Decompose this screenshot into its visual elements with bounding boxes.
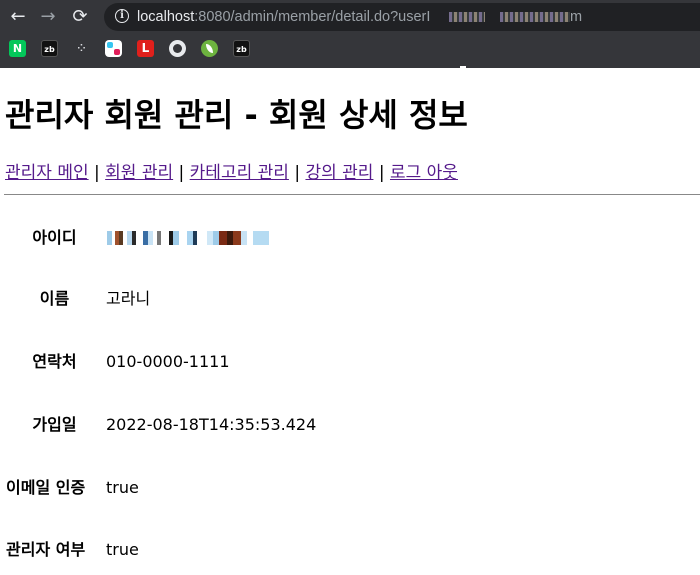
url-text[interactable]: localhost:8080/admin/member/detail.do?us…	[137, 8, 430, 26]
detail-row-phone: 연락처 010-0000-1111	[0, 350, 600, 374]
nav-separator: |	[94, 163, 100, 183]
back-arrow-icon[interactable]: ←	[8, 7, 28, 27]
nav-separator: |	[178, 163, 185, 183]
redacted-url-part	[500, 12, 570, 22]
admin-nav: 관리자 메인 | 회원 관리 | 카테고리 관리 | 강의 관리 | 로그 아웃	[5, 161, 458, 185]
zb-icon[interactable]: zb	[41, 40, 58, 57]
detail-row-join-date: 가입일 2022-08-18T14:35:53.424	[0, 413, 600, 437]
value-name: 고라니	[106, 289, 151, 308]
value-phone: 010-0000-1111	[106, 352, 230, 371]
divider	[4, 194, 700, 195]
label-admin-flag: 관리자 여부	[6, 540, 86, 559]
nav-link-admin-main[interactable]: 관리자 메인	[5, 163, 89, 183]
detail-row-admin-flag: 관리자 여부 true	[0, 538, 600, 562]
nav-link-lecture-manage[interactable]: 강의 관리	[305, 163, 373, 183]
label-name: 이름	[39, 289, 70, 308]
url-path: :8080/admin/member/detail.do?userI	[194, 9, 431, 25]
nav-separator: |	[294, 163, 301, 183]
bookmarks-bar: N zb ⁘ L zb	[0, 34, 700, 68]
detail-row-user-id: 아이디	[0, 226, 600, 250]
dots-icon[interactable]: ⁘	[73, 40, 90, 57]
url-tail: m	[570, 9, 583, 25]
value-email-auth: true	[106, 478, 139, 497]
naver-icon[interactable]: N	[9, 40, 26, 57]
page-title: 관리자 회원 관리 - 회원 상세 정보	[5, 96, 468, 134]
nav-link-category-manage[interactable]: 카테고리 관리	[190, 163, 289, 183]
toolbar-notch	[460, 66, 466, 68]
label-user-id: 아이디	[32, 228, 77, 247]
l-icon[interactable]: L	[137, 40, 154, 57]
nav-separator: |	[378, 163, 385, 183]
detail-row-name: 이름 고라니	[0, 287, 600, 311]
value-join-date: 2022-08-18T14:35:53.424	[106, 415, 317, 434]
nav-link-logout[interactable]: 로그 아웃	[390, 163, 458, 183]
redacted-user-id	[107, 231, 269, 245]
address-bar[interactable]: i localhost:8080/admin/member/detail.do?…	[104, 3, 700, 31]
label-phone: 연락처	[32, 352, 77, 371]
slack-icon[interactable]	[105, 40, 122, 57]
zb-icon[interactable]: zb	[233, 40, 250, 57]
reload-icon[interactable]: ⟳	[70, 7, 90, 27]
site-info-icon[interactable]: i	[115, 9, 129, 23]
detail-row-email-auth: 이메일 인증 true	[0, 476, 600, 500]
redacted-url-part	[449, 12, 485, 22]
value-admin-flag: true	[106, 540, 139, 559]
url-host: localhost	[137, 9, 195, 25]
label-email-auth: 이메일 인증	[6, 478, 86, 497]
spring-icon[interactable]	[201, 40, 218, 57]
label-join-date: 가입일	[32, 415, 77, 434]
forward-arrow-icon[interactable]: →	[38, 7, 58, 27]
nav-link-member-manage[interactable]: 회원 관리	[105, 163, 173, 183]
browser-toolbar: ← → ⟳ i localhost:8080/admin/member/deta…	[0, 0, 700, 34]
github-icon[interactable]	[169, 40, 186, 57]
